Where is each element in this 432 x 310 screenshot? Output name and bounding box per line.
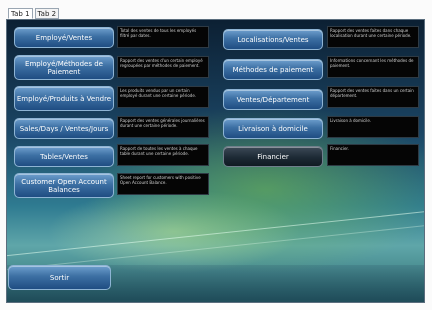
report-customer-open-account-button[interactable]: Customer Open Account Balances (14, 173, 114, 198)
report-home-delivery-button[interactable]: Livraison à domicile (223, 118, 323, 139)
report-financial-description: Financier. (327, 144, 419, 166)
report-sales-days-description: Rapport des ventes générales journalière… (117, 116, 209, 138)
report-window: Tab 1 Tab 2 Employé/Ventes Total des ven… (0, 0, 432, 310)
report-locations-sales-description: Rapport des ventes faites dans chaque lo… (327, 26, 419, 48)
report-employee-payment-methods-description: Rapport des ventes d'un certain employé … (117, 56, 209, 78)
exit-button[interactable]: Sortir (8, 265, 111, 290)
report-tables-sales-description: Rapport de toutes les ventes à chaque ta… (117, 144, 209, 166)
report-locations-sales-button[interactable]: Localisations/Ventes (223, 29, 323, 50)
report-employee-payment-methods-button[interactable]: Employé/Méthodes de Paiement (14, 55, 114, 80)
report-employee-products-description: Les produits vendus par un certain emplo… (117, 86, 209, 108)
report-sales-department-description: Rapport des ventes faites dans un certai… (327, 86, 419, 108)
report-employee-sales-button[interactable]: Employé/Ventes (14, 27, 114, 48)
report-sales-days-button[interactable]: Sales/Days / Ventes/Jours (14, 118, 114, 139)
report-tables-sales-button[interactable]: Tables/Ventes (14, 146, 114, 167)
tab-2[interactable]: Tab 2 (34, 8, 60, 19)
report-payment-methods-button[interactable]: Méthodes de paiement (223, 59, 323, 80)
report-payment-methods-description: Informations concernant les méthodes de … (327, 56, 419, 78)
report-employee-products-button[interactable]: Employé/Produits à Vendre (14, 86, 114, 111)
report-employee-sales-description: Total des ventes de tous les employés fi… (117, 26, 209, 48)
reports-panel: Employé/Ventes Total des ventes de tous … (6, 19, 425, 303)
report-customer-open-account-description: Sheet report for customers with positive… (117, 173, 209, 195)
tab-1[interactable]: Tab 1 (8, 8, 33, 19)
report-financial-button[interactable]: Financier (223, 146, 323, 167)
report-sales-department-button[interactable]: Ventes/Département (223, 89, 323, 110)
report-home-delivery-description: Livraison à domicile. (327, 116, 419, 138)
